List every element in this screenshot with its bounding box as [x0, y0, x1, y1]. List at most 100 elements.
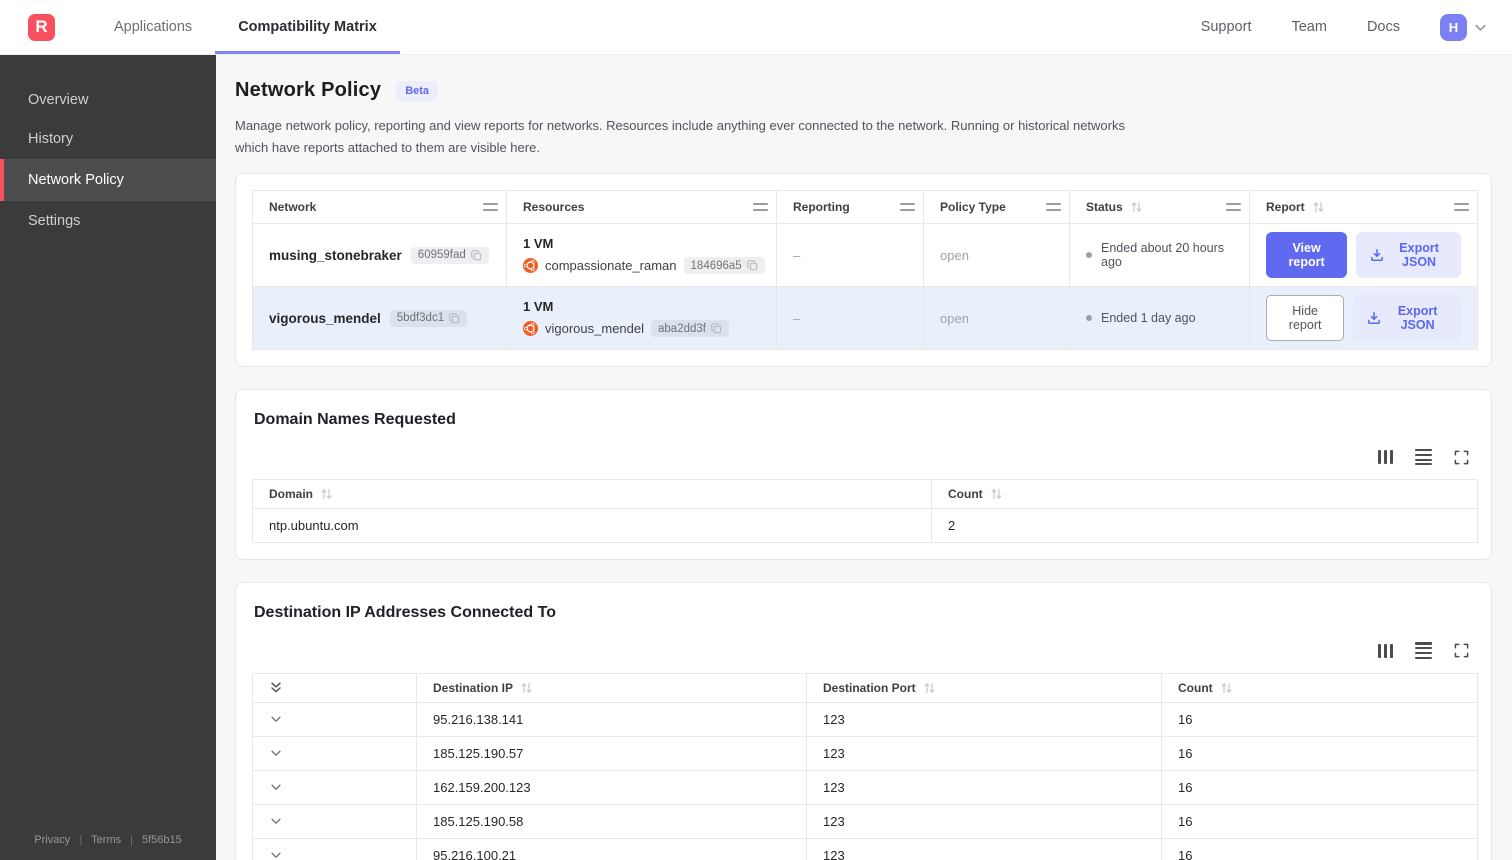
tab-compatibility-matrix[interactable]: Compatibility Matrix	[215, 0, 400, 54]
sort-icon[interactable]	[990, 488, 1003, 500]
expand-all-header[interactable]	[252, 672, 417, 703]
ubuntu-icon	[523, 321, 538, 337]
hide-report-button[interactable]: Hide report	[1266, 295, 1345, 342]
destination-row: 162.159.200.123 123 16	[252, 769, 1478, 805]
columns-icon[interactable]	[1377, 450, 1393, 465]
tab-applications[interactable]: Applications	[91, 0, 215, 54]
networks-header-row: Network Resources Reporting Policy Type …	[252, 190, 1478, 225]
export-json-button[interactable]: Export JSON	[1356, 232, 1461, 279]
row-expander-icon[interactable]	[269, 848, 400, 860]
status-dot-icon	[1086, 252, 1092, 259]
link-team[interactable]: Team	[1291, 19, 1326, 35]
count-value: 2	[931, 508, 1478, 544]
networks-card: Network Resources Reporting Policy Type …	[235, 173, 1492, 368]
sort-icon[interactable]	[520, 682, 533, 694]
resource-name: compassionate_raman	[545, 258, 677, 274]
destination-port: 123	[806, 769, 1162, 805]
domains-table: Domain Count ntp.ubuntu.com 2	[252, 479, 1478, 544]
avatar[interactable]: H	[1440, 13, 1467, 41]
col-header-domain[interactable]: Domain	[252, 479, 932, 510]
terms-link[interactable]: Terms	[91, 834, 121, 846]
sort-icon[interactable]	[1312, 201, 1325, 213]
view-report-button[interactable]: View report	[1266, 232, 1348, 279]
network-row: musing_stonebraker 60959fad 1 VM compass…	[252, 223, 1478, 288]
domains-header-row: Domain Count	[252, 479, 1478, 510]
destinations-card: Destination IP Addresses Connected To De…	[235, 582, 1492, 860]
policy-type-value: open	[923, 286, 1070, 351]
copy-icon[interactable]	[746, 260, 758, 271]
export-json-button[interactable]: Export JSON	[1353, 295, 1461, 342]
col-label: Domain	[269, 487, 314, 502]
expand-icon[interactable]	[1454, 643, 1469, 658]
col-header-resources[interactable]: Resources	[506, 190, 777, 225]
rows-icon[interactable]	[1415, 449, 1432, 466]
column-resize-handle-icon[interactable]	[483, 203, 498, 211]
col-header-policy-type[interactable]: Policy Type	[923, 190, 1070, 225]
col-header-count[interactable]: Count	[1161, 672, 1478, 703]
resource-id-badge: 184696a5	[683, 257, 765, 275]
sidebar: Overview History Network Policy Settings…	[0, 55, 216, 860]
copy-icon[interactable]	[711, 323, 722, 334]
link-support[interactable]: Support	[1201, 19, 1252, 35]
row-expander-icon[interactable]	[269, 814, 400, 828]
sort-icon[interactable]	[1130, 201, 1143, 213]
sort-icon[interactable]	[320, 488, 333, 500]
resource-id: aba2dd3f	[658, 322, 706, 335]
chevron-down-icon[interactable]	[1473, 20, 1488, 35]
col-header-report[interactable]: Report	[1249, 190, 1478, 225]
sidebar-items: Overview History Network Policy Settings	[0, 81, 216, 241]
rows-icon[interactable]	[1415, 642, 1432, 659]
count-value: 16	[1161, 803, 1478, 839]
reporting-value: –	[776, 223, 924, 288]
sidebar-item-history[interactable]: History	[0, 120, 216, 158]
domain-row: ntp.ubuntu.com 2	[252, 508, 1478, 544]
primary-tabs: Applications Compatibility Matrix	[91, 0, 400, 54]
sidebar-item-settings[interactable]: Settings	[0, 202, 216, 240]
column-resize-handle-icon[interactable]	[753, 203, 768, 211]
row-expander-icon[interactable]	[269, 780, 400, 794]
col-label: Count	[1178, 680, 1213, 695]
network-row-selected: vigorous_mendel 5bdf3dc1 1 VM vigorous_m…	[252, 286, 1478, 351]
page-description: Manage network policy, reporting and vie…	[235, 118, 1125, 156]
col-header-network[interactable]: Network	[252, 190, 507, 225]
expand-all-icon[interactable]	[269, 680, 408, 695]
topbar-right: Support Team Docs H	[1201, 0, 1512, 54]
sidebar-item-overview[interactable]: Overview	[0, 81, 216, 119]
expand-icon[interactable]	[1454, 450, 1469, 465]
link-docs[interactable]: Docs	[1367, 19, 1400, 35]
sidebar-item-network-policy[interactable]: Network Policy	[0, 159, 216, 201]
col-label: Report	[1266, 200, 1305, 215]
footer-divider: |	[130, 834, 133, 846]
sort-icon[interactable]	[1220, 682, 1233, 694]
destinations-toolbar	[252, 642, 1469, 659]
col-header-destination-ip[interactable]: Destination IP	[416, 672, 807, 703]
destinations-table: Destination IP Destination Port Count 95…	[252, 672, 1478, 860]
copy-icon[interactable]	[470, 249, 482, 261]
build-id: 5f56b15	[141, 834, 182, 846]
col-header-status[interactable]: Status	[1069, 190, 1250, 225]
user-menu[interactable]: H	[1440, 13, 1488, 41]
row-expander-icon[interactable]	[269, 746, 400, 760]
col-header-destination-port[interactable]: Destination Port	[806, 672, 1162, 703]
column-resize-handle-icon[interactable]	[1046, 203, 1061, 211]
r-logo[interactable]: R	[28, 13, 55, 41]
destination-ip: 95.216.100.21	[416, 837, 807, 860]
network-id-badge: 60959fad	[410, 246, 489, 264]
privacy-link[interactable]: Privacy	[34, 834, 70, 846]
col-header-count[interactable]: Count	[931, 479, 1478, 510]
download-icon	[1370, 248, 1384, 262]
column-resize-handle-icon[interactable]	[1454, 203, 1469, 211]
sort-icon[interactable]	[923, 682, 936, 694]
destination-ip: 185.125.190.57	[416, 735, 807, 771]
count-value: 16	[1161, 735, 1478, 771]
top-navbar: R Applications Compatibility Matrix Supp…	[0, 0, 1512, 55]
column-resize-handle-icon[interactable]	[900, 203, 915, 211]
column-resize-handle-icon[interactable]	[1226, 203, 1241, 211]
ubuntu-icon	[523, 258, 538, 274]
copy-icon[interactable]	[449, 312, 460, 324]
destination-port: 123	[806, 803, 1162, 839]
columns-icon[interactable]	[1377, 643, 1393, 658]
row-expander-icon[interactable]	[269, 712, 400, 726]
col-label: Destination IP	[433, 680, 514, 695]
col-header-reporting[interactable]: Reporting	[776, 190, 924, 225]
